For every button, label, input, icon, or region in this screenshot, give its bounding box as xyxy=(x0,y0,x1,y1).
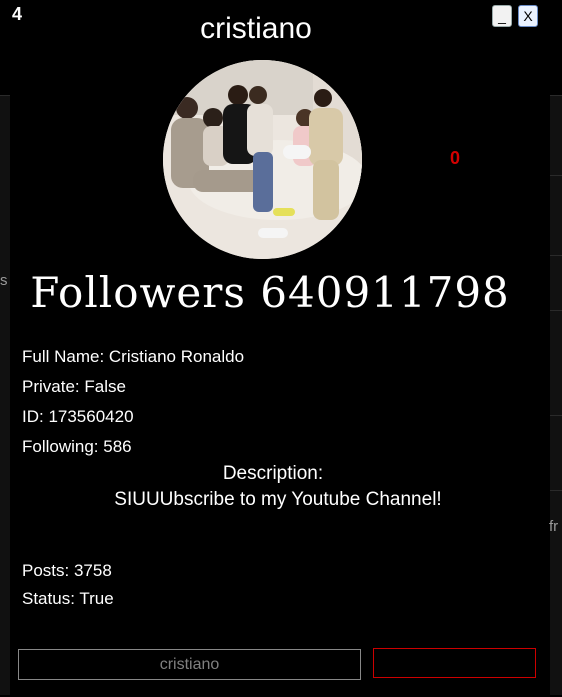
profile-username: cristiano xyxy=(200,12,312,45)
background-divider xyxy=(0,95,10,96)
background-window-left xyxy=(0,95,10,695)
description-label: Description: xyxy=(222,463,324,484)
posts-text: Posts: 3758 xyxy=(22,561,112,580)
username-input[interactable]: cristiano xyxy=(18,649,361,680)
background-divider xyxy=(550,310,562,311)
background-divider xyxy=(550,95,562,96)
profile-avatar xyxy=(163,60,362,259)
background-divider xyxy=(550,255,562,256)
private-text: Private: False xyxy=(22,377,126,396)
close-button[interactable]: X xyxy=(518,5,538,27)
description-text: SIUUUbscribe to my Youtube Channel! xyxy=(114,489,442,510)
background-text-fragment: fr xyxy=(549,518,559,535)
followers-count: Followers 640911798 xyxy=(30,268,510,317)
background-window-right xyxy=(550,95,562,695)
status-text: Status: True xyxy=(22,589,114,608)
full-name-text: Full Name: Cristiano Ronaldo xyxy=(22,347,245,366)
id-text: ID: 173560420 xyxy=(22,407,134,426)
background-divider xyxy=(550,175,562,176)
profile-photo-image xyxy=(163,60,362,259)
counter-value: 0 xyxy=(450,148,461,168)
following-text: Following: 586 xyxy=(22,437,132,456)
background-divider xyxy=(550,415,562,416)
secondary-input[interactable] xyxy=(373,648,536,678)
